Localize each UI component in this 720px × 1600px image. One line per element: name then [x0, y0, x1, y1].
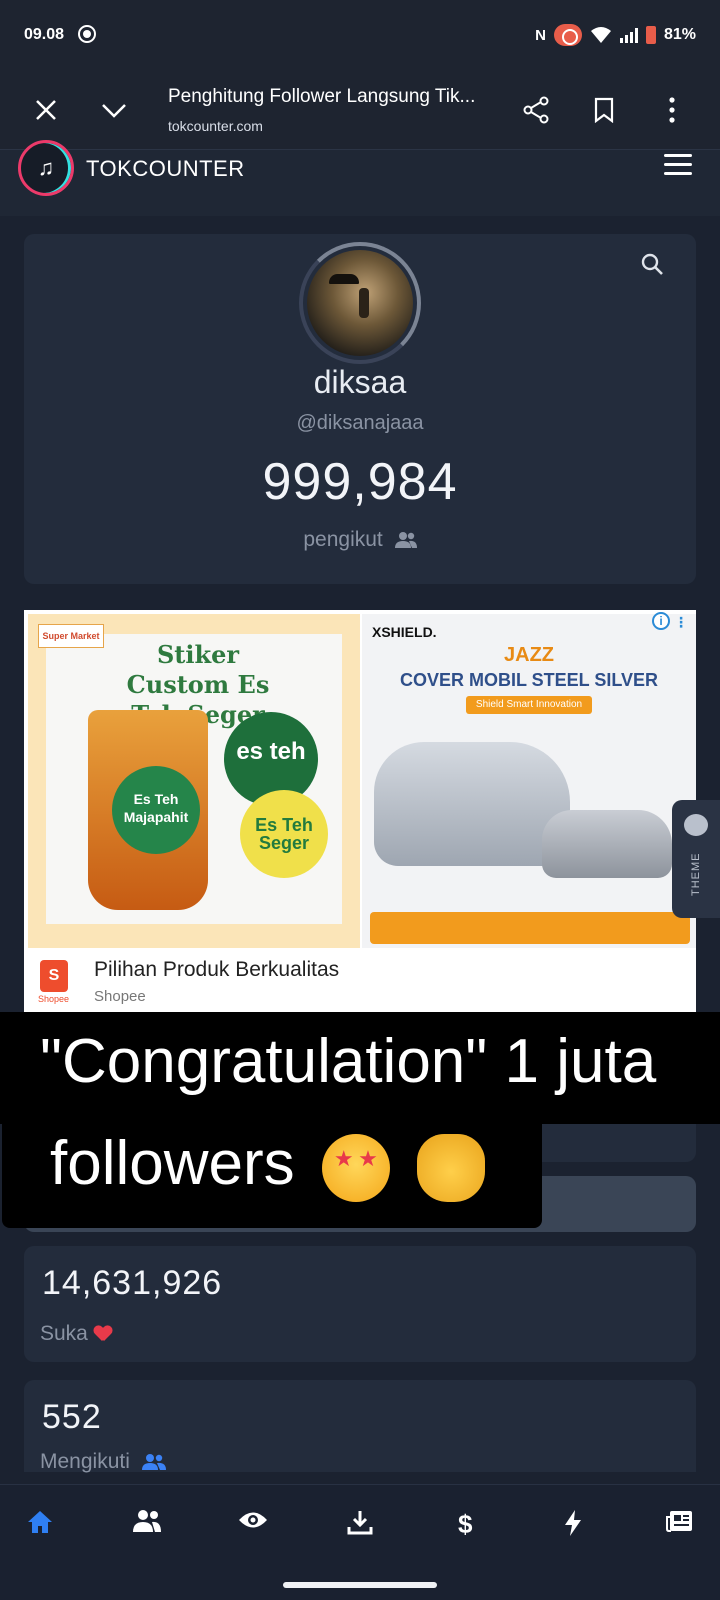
ad-source: Shopee	[94, 988, 146, 1005]
system-navigation-bar	[0, 1570, 720, 1600]
screen-record-icon	[78, 25, 96, 43]
follower-label: pengikut	[0, 528, 720, 552]
nav-home[interactable]	[0, 1485, 80, 1561]
signal-icon	[619, 27, 638, 43]
battery-percent: 81%	[663, 26, 696, 43]
nav-news[interactable]	[640, 1485, 720, 1561]
caption-line-2: followers	[50, 1128, 486, 1202]
theme-tab[interactable]: THEME	[672, 800, 720, 918]
music-note-icon: ♫	[37, 155, 55, 180]
following-label: Mengikuti	[40, 1450, 166, 1474]
ad-tagline: Shield Smart Innovation	[466, 696, 592, 714]
site-name[interactable]: TOKCOUNTER	[86, 156, 245, 182]
search-icon	[641, 253, 663, 275]
ad-headline: Pilihan Produk Berkualitas	[94, 958, 340, 981]
likes-value: 14,631,926	[42, 1264, 223, 1302]
display-name: diksaa	[313, 364, 407, 400]
download-icon	[347, 1511, 373, 1535]
nav-boost[interactable]	[536, 1485, 616, 1561]
wifi-icon	[590, 27, 611, 43]
ad-model: JAZZ	[504, 644, 554, 666]
bottom-navigation: $	[0, 1484, 720, 1570]
close-tab-button[interactable]	[24, 88, 68, 132]
nfc-icon: N	[535, 26, 546, 44]
hamburger-menu-icon[interactable]	[664, 154, 692, 178]
ad-brand: XSHIELD.	[372, 624, 437, 640]
home-indicator[interactable]	[283, 1582, 437, 1588]
nav-download[interactable]	[320, 1485, 400, 1561]
feature-strip	[370, 912, 690, 944]
page-url: tokcounter.com	[168, 118, 263, 134]
more-options-button[interactable]	[650, 88, 694, 132]
site-logo[interactable]: ♫	[18, 140, 74, 196]
nav-earnings[interactable]: $	[430, 1485, 510, 1561]
minimize-button[interactable]	[92, 88, 136, 132]
browser-toolbar: Penghitung Follower Langsung Tik... tokc…	[0, 70, 720, 150]
palette-icon	[684, 814, 708, 836]
ad-footer[interactable]: S Shopee Pilihan Produk Berkualitas Shop…	[24, 948, 696, 1012]
page-title: Penghitung Follower Langsung Tik...	[168, 86, 476, 107]
ad-menu-icon[interactable]: ⋮	[674, 614, 688, 631]
more-vertical-icon	[669, 97, 675, 123]
status-icons: N 81%	[535, 24, 696, 46]
caption-line-2-text: followers	[50, 1129, 295, 1198]
covered-car-image	[374, 742, 570, 866]
users-icon	[141, 1454, 166, 1471]
ad-right-headline: COVER MOBIL STEEL SILVER	[399, 670, 659, 690]
likes-card: 14,631,926 Suka	[24, 1246, 696, 1362]
svg-text:$: $	[458, 1509, 473, 1537]
ad-store-tag: Super Market	[38, 624, 104, 648]
ad-badge-seger: Es Teh Seger	[240, 790, 328, 878]
heart-icon	[94, 1326, 112, 1342]
nav-users[interactable]	[106, 1485, 186, 1561]
star-struck-emoji-icon	[321, 1133, 390, 1202]
following-value: 552	[42, 1398, 102, 1436]
caption-line-1: "Congratulation" 1 juta	[40, 1027, 657, 1096]
follower-label-text: pengikut	[303, 528, 383, 551]
clapping-hands-emoji-icon	[417, 1133, 486, 1202]
recording-pill-icon	[553, 24, 582, 46]
ad-image-car-cover[interactable]: XSHIELD. JAZZ COVER MOBIL STEEL SILVER S…	[362, 614, 696, 948]
newspaper-icon	[666, 1511, 692, 1532]
status-bar: 09.08 N 81%	[0, 0, 720, 70]
likes-label: Suka	[40, 1322, 112, 1346]
avatar	[307, 250, 413, 356]
battery-icon	[645, 26, 656, 44]
follower-count: 999,984	[262, 453, 458, 511]
bookmark-icon	[594, 97, 614, 124]
car-image	[542, 810, 672, 878]
dollar-icon: $	[458, 1509, 473, 1537]
home-icon	[28, 1511, 52, 1533]
share-icon	[523, 96, 549, 124]
chevron-down-icon	[102, 104, 126, 118]
ad-image-es-teh[interactable]: Super Market Stiker Custom Es Teh Seger …	[28, 614, 360, 948]
nav-view[interactable]	[212, 1485, 292, 1561]
users-icon	[133, 1510, 161, 1532]
theme-label: THEME	[690, 852, 702, 897]
users-icon	[394, 532, 417, 549]
share-button[interactable]	[514, 88, 558, 132]
ad-info-icon[interactable]: i	[652, 612, 670, 630]
likes-label-text: Suka	[40, 1322, 88, 1345]
advertisement[interactable]: Super Market Stiker Custom Es Teh Seger …	[24, 610, 696, 1012]
shopee-bag-icon: S	[40, 960, 68, 992]
following-card: 552 Mengikuti	[24, 1380, 696, 1474]
bookmark-button[interactable]	[582, 88, 626, 132]
username: @diksanajaaa	[296, 412, 424, 434]
following-label-text: Mengikuti	[40, 1450, 130, 1473]
shopee-logo-text: Shopee	[38, 994, 70, 1004]
search-button[interactable]	[640, 252, 666, 278]
bolt-icon	[565, 1510, 581, 1536]
status-time: 09.08	[24, 26, 65, 43]
close-icon	[36, 100, 56, 120]
eye-icon	[239, 1512, 267, 1528]
ad-badge-majapahit: Es Teh Majapahit	[112, 766, 200, 854]
